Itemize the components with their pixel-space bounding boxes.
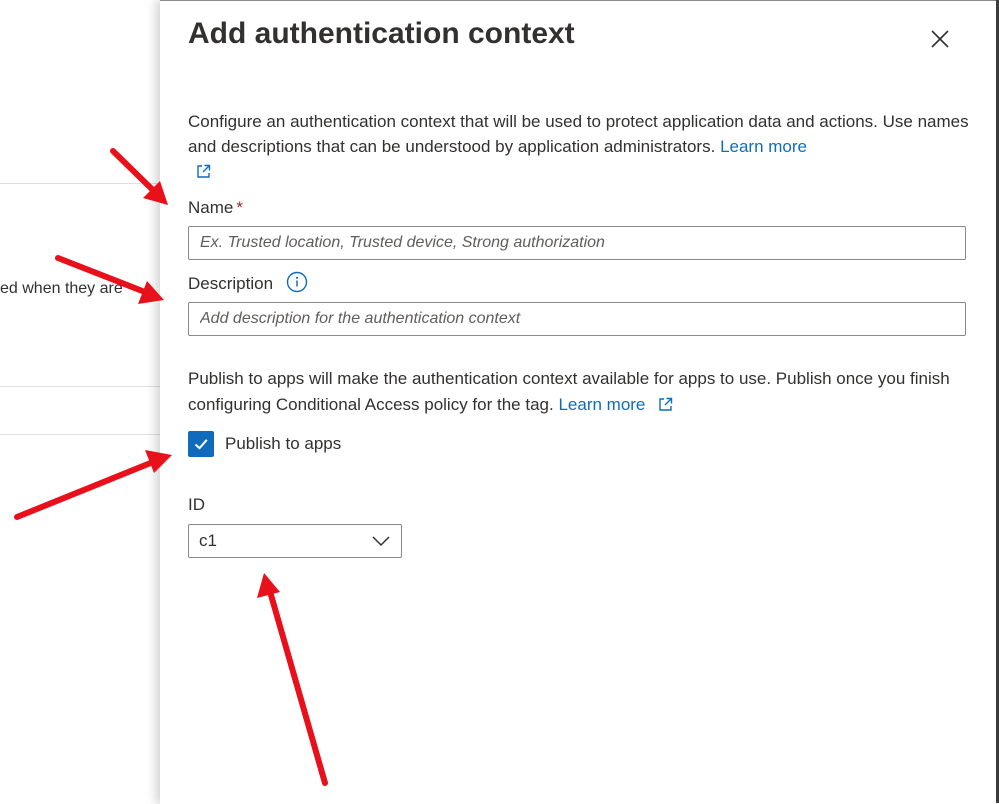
external-link-icon[interactable] (658, 394, 673, 420)
publish-learn-more-link[interactable]: Learn more (558, 395, 645, 414)
name-input[interactable] (188, 226, 966, 260)
name-label: Name * (188, 198, 243, 218)
id-dropdown[interactable]: c1 (188, 524, 402, 558)
publish-to-apps-checkbox[interactable] (188, 431, 214, 457)
info-icon[interactable] (286, 271, 308, 298)
external-link-icon[interactable] (196, 161, 211, 186)
chevron-down-icon (372, 536, 390, 547)
background-divider (0, 183, 160, 184)
panel-title: Add authentication context (188, 17, 575, 50)
description-label-text: Description (188, 274, 274, 293)
publish-to-apps-checkbox-row[interactable]: Publish to apps (188, 431, 341, 457)
publish-to-apps-label[interactable]: Publish to apps (225, 434, 341, 454)
description-input[interactable] (188, 302, 966, 336)
intro-text: Configure an authentication context that… (188, 112, 969, 156)
required-marker: * (236, 198, 243, 217)
background-divider (0, 434, 160, 435)
publish-description: Publish to apps will make the authentica… (188, 366, 978, 420)
id-dropdown-value: c1 (199, 531, 217, 550)
checkmark-icon (194, 439, 208, 450)
name-label-text: Name (188, 198, 234, 217)
intro-learn-more-link[interactable]: Learn more (720, 137, 807, 156)
add-authentication-context-panel: Add authentication context Configure an … (160, 0, 996, 804)
description-label: Description (188, 271, 308, 298)
intro-description: Configure an authentication context that… (188, 109, 978, 186)
background-page: ed when they are (0, 0, 160, 803)
id-label: ID (188, 495, 205, 514)
background-divider (0, 386, 160, 387)
close-icon (931, 30, 949, 48)
close-button[interactable] (924, 23, 956, 55)
background-partial-text: ed when they are (0, 280, 123, 297)
